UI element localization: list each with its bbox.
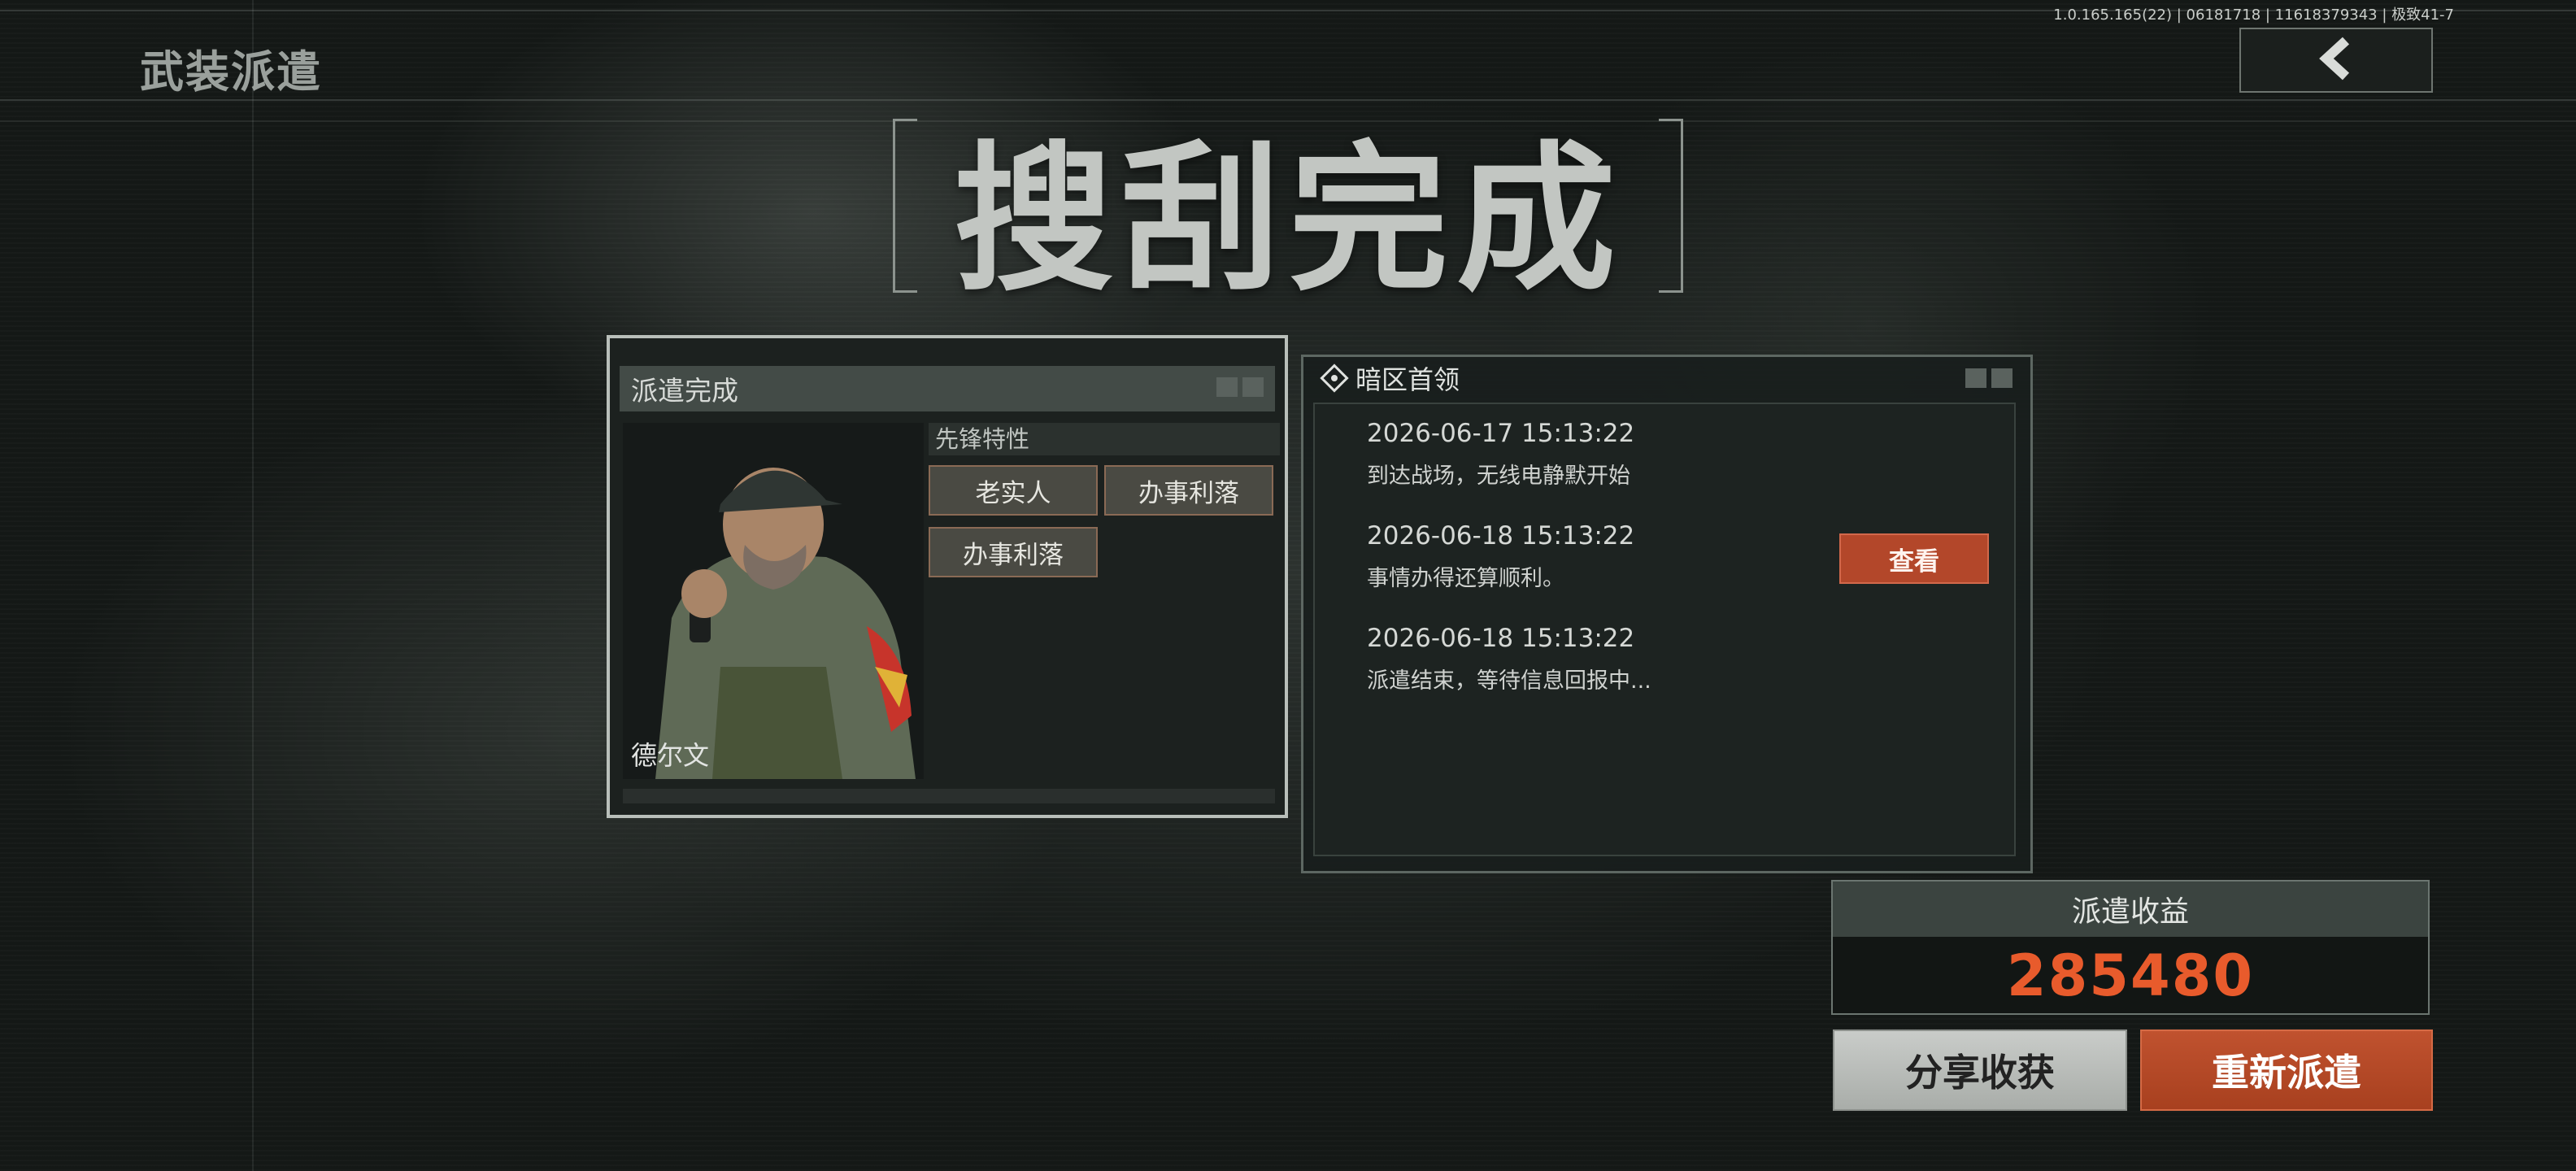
mode-title: 武装派遣 [140, 46, 322, 98]
log-panel: 暗区首领 2026-06-17 15:13:22 到达战场，无线电静默开始 20… [1301, 355, 2033, 873]
log-entry-text: 到达战场，无线电静默开始 [1367, 464, 1630, 489]
log-entry-text: 派遣结束，等待信息回报中... [1367, 668, 1651, 694]
version-info: 1.0.165.165(22) | 06181718 | 11618379343… [2053, 7, 2454, 24]
share-button[interactable]: 分享收获 [1833, 1030, 2127, 1111]
earnings-label: 派遣收益 [1833, 882, 2428, 937]
dispatch-card: 派遣完成 德尔文 先锋特性 老实人 办事利落 办事利落 [607, 335, 1288, 818]
log-entry-time: 2026-06-18 15:13:22 [1367, 624, 1635, 653]
traits-title: 先锋特性 [929, 423, 1280, 455]
view-button[interactable]: 查看 [1839, 533, 1989, 584]
trait-chip: 办事利落 [1104, 465, 1273, 516]
dispatch-card-header: 派遣完成 [620, 366, 1275, 411]
log-panel-header: 暗区首领 [1303, 357, 2030, 399]
character-portrait: 德尔文 [623, 423, 924, 779]
dispatch-card-title: 派遣完成 [631, 375, 738, 407]
header-decoration [1216, 377, 1264, 397]
diamond-target-icon [1320, 363, 1349, 393]
trait-chip: 老实人 [929, 465, 1098, 516]
log-entry-time: 2026-06-18 15:13:22 [1367, 521, 1635, 551]
log-entry-time: 2026-06-17 15:13:22 [1367, 419, 1635, 448]
header-decoration [1965, 368, 2012, 388]
chevron-left-icon [2312, 34, 2361, 86]
character-name: 德尔文 [631, 740, 710, 771]
back-button[interactable] [2239, 28, 2433, 93]
trait-chip: 办事利落 [929, 527, 1098, 577]
earnings-box: 派遣收益 285480 [1831, 880, 2430, 1015]
card-footer-bar [623, 789, 1275, 803]
soldier-avatar [623, 423, 924, 779]
redeploy-button[interactable]: 重新派遣 [2140, 1030, 2433, 1111]
headline: 搜刮完成 [953, 127, 1624, 313]
log-entry-text: 事情办得还算顺利。 [1367, 566, 1564, 591]
hud-line [252, 0, 254, 1171]
earnings-value: 285480 [2006, 942, 2255, 1009]
log-panel-title: 暗区首领 [1355, 364, 1460, 395]
log-list: 2026-06-17 15:13:22 到达战场，无线电静默开始 2026-06… [1313, 403, 2016, 856]
